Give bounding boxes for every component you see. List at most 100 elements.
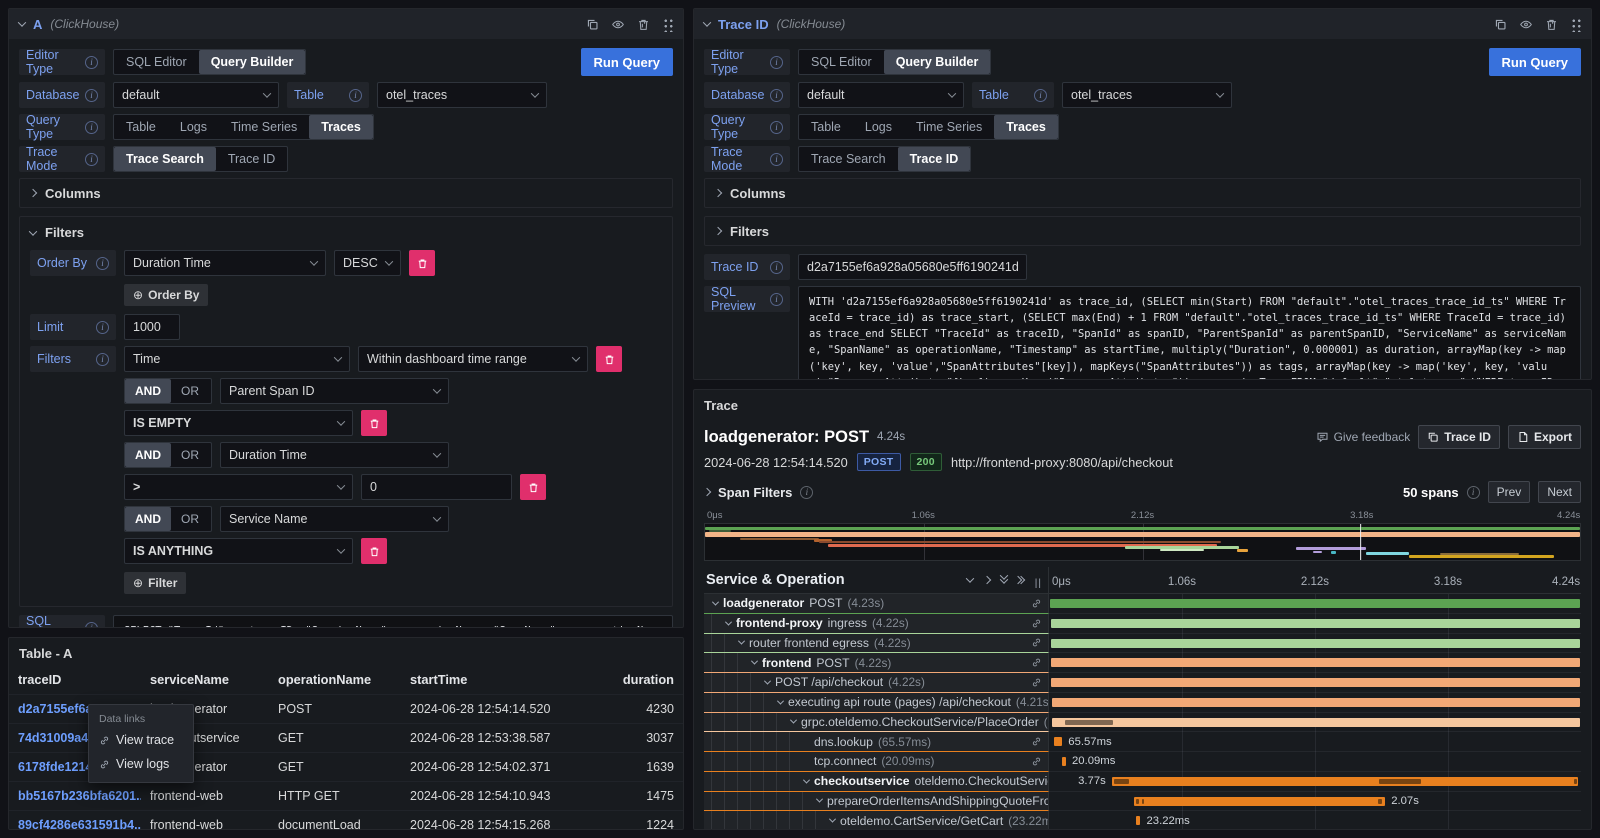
trace-id-link[interactable]: 89cf4286e631591b4... [9,811,141,831]
span-bar[interactable] [1052,698,1580,707]
and-option[interactable]: AND [125,443,171,467]
duplicate-icon[interactable] [1494,18,1507,31]
span-bar[interactable] [1136,816,1140,825]
span-bar[interactable] [1052,718,1580,727]
trace-mode-search[interactable]: Trace Search [114,147,216,171]
query-type-traces[interactable]: Traces [309,115,373,139]
remove-filter-button[interactable] [361,538,387,564]
run-query-button[interactable]: Run Query [1489,48,1581,76]
or-option[interactable]: OR [171,443,209,467]
span-name-cell[interactable]: loadgeneratorPOST(4.23s) [704,594,1049,614]
query-type-time-series[interactable]: Time Series [219,115,309,139]
column-header[interactable]: operationName [269,665,401,695]
column-header[interactable]: startTime [401,665,573,695]
span-bar[interactable] [1051,619,1580,628]
eye-icon[interactable] [611,18,625,31]
prev-span-button[interactable]: Prev [1488,481,1531,503]
columns-section[interactable]: Columns [704,178,1581,208]
limit-input[interactable]: 1000 [124,314,180,340]
and-option[interactable]: AND [125,379,171,403]
sql-editor-option[interactable]: SQL Editor [114,50,199,74]
order-by-direction-select[interactable]: DESC [334,250,401,276]
collapse-all-icon[interactable] [1001,577,1007,584]
span-link-icon[interactable] [1027,677,1048,688]
span-bar[interactable] [1062,757,1066,766]
span-link-icon[interactable] [1027,736,1048,747]
filter-value-input[interactable]: 0 [361,474,512,500]
column-header[interactable]: duration [573,665,683,695]
span-name-cell[interactable]: dns.lookup(65.57ms) [704,732,1049,752]
collapse-one-icon[interactable] [966,574,974,582]
span-expand-chevron-icon[interactable] [738,638,745,645]
table-select[interactable]: otel_traces [377,82,547,108]
filter-time-field-select[interactable]: Time [124,346,350,372]
table-select[interactable]: otel_traces [1062,82,1232,108]
span-bar[interactable] [1054,737,1063,746]
filter-field-select[interactable]: Duration Time [220,442,449,468]
sql-editor-option[interactable]: SQL Editor [799,50,884,74]
trace-mode-id[interactable]: Trace ID [898,147,971,171]
span-name-cell[interactable]: oteldemo.CartService/GetCart(23.22ms) [704,811,1049,829]
collapse-chevron-icon[interactable] [703,18,711,26]
duplicate-icon[interactable] [586,18,599,31]
and-option[interactable]: AND [125,507,171,531]
view-logs-menu-item[interactable]: View logs [89,752,193,776]
drag-handle-icon[interactable] [1570,17,1581,32]
span-expand-chevron-icon[interactable] [777,697,784,704]
remove-filter-button[interactable] [596,346,622,372]
span-bar[interactable] [1051,658,1580,667]
query-type-table[interactable]: Table [114,115,168,139]
query-type-logs[interactable]: Logs [853,115,904,139]
columns-section[interactable]: Columns [19,178,673,208]
filter-operator-select[interactable]: > [124,474,353,500]
span-bar[interactable] [1112,777,1579,786]
span-link-icon[interactable] [1027,657,1048,668]
eye-icon[interactable] [1519,18,1533,31]
minimap-canvas[interactable] [704,523,1581,561]
or-option[interactable]: OR [171,507,209,531]
span-name-cell[interactable]: tcp.connect(20.09ms) [704,752,1049,772]
column-header[interactable]: traceID [9,665,141,695]
span-bar[interactable] [1050,599,1580,608]
export-button[interactable]: Export [1508,425,1581,449]
query-builder-option[interactable]: Query Builder [199,50,306,74]
trace-id-input[interactable]: d2a7155ef6a928a05680e5ff6190241d [798,254,1027,280]
span-link-icon[interactable] [1027,756,1048,767]
filter-time-operator-select[interactable]: Within dashboard time range [358,346,588,372]
database-select[interactable]: default [113,82,279,108]
or-option[interactable]: OR [171,379,209,403]
span-name-cell[interactable]: router frontend egress(4.22s) [704,634,1049,654]
filter-field-select[interactable]: Parent Span ID [220,378,449,404]
filter-operator-select[interactable]: IS ANYTHING [124,538,353,564]
span-name-cell[interactable]: POST /api/checkout(4.22s) [704,673,1049,693]
drag-handle-icon[interactable] [662,17,673,32]
remove-filter-button[interactable] [520,474,546,500]
view-trace-menu-item[interactable]: View trace [89,728,193,752]
run-query-button[interactable]: Run Query [581,48,673,76]
query-type-time-series[interactable]: Time Series [904,115,994,139]
span-expand-chevron-icon[interactable] [790,717,797,724]
span-link-icon[interactable] [1027,618,1048,629]
query-type-logs[interactable]: Logs [168,115,219,139]
span-expand-chevron-icon[interactable] [725,618,732,625]
span-name-cell[interactable]: grpc.oteldemo.CheckoutService/PlaceOrder… [704,713,1049,733]
span-expand-chevron-icon[interactable] [712,598,719,605]
column-header[interactable]: serviceName [141,665,269,695]
span-bar[interactable] [1051,678,1580,687]
trace-id-link[interactable]: bb5167b236bfa6201... [9,782,141,811]
query-type-table[interactable]: Table [799,115,853,139]
trace-id-button[interactable]: Trace ID [1418,425,1500,449]
span-expand-chevron-icon[interactable] [816,796,823,803]
query-builder-option[interactable]: Query Builder [884,50,991,74]
give-feedback-link[interactable]: Give feedback [1316,430,1411,444]
next-span-button[interactable]: Next [1538,481,1581,503]
query-type-traces[interactable]: Traces [994,115,1058,139]
trace-minimap[interactable]: 0μs1.06s2.12s3.18s4.24s [704,510,1581,561]
span-name-cell[interactable]: executing api route (pages) /api/checkou… [704,693,1049,713]
filter-operator-select[interactable]: IS EMPTY [124,410,353,436]
span-expand-chevron-icon[interactable] [829,816,836,823]
filters-section-toggle[interactable]: Filters [30,225,662,240]
column-resize-handle[interactable]: || [1035,578,1042,589]
span-bar[interactable] [1051,639,1580,648]
span-bar[interactable] [1134,797,1385,806]
